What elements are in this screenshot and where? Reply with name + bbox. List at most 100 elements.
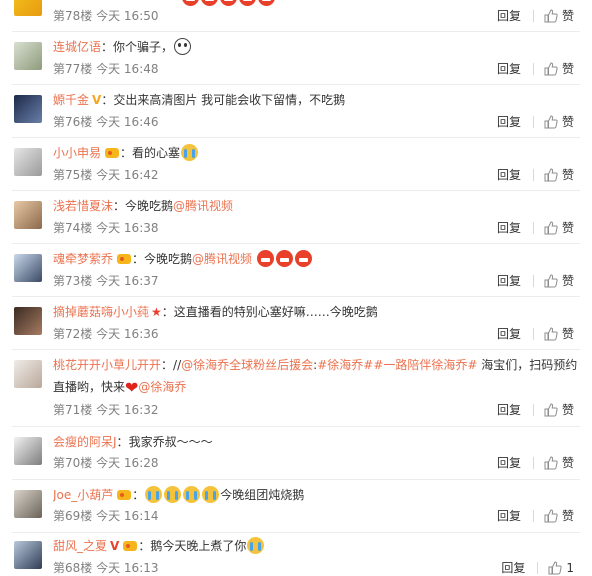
comment-content: 连城亿语：你个骗子， [53,38,580,56]
reply-button[interactable]: 回复 [497,114,521,130]
reply-button[interactable]: 回复 [497,455,521,471]
comment-actions: 回复 赞 [497,273,574,289]
like-button[interactable]: 赞 [544,8,574,24]
thumbs-up-icon [544,509,558,523]
fan-badge-icon [122,539,138,558]
comment-actions: 回复 赞 [497,220,574,236]
reply-button[interactable]: 回复 [497,167,521,183]
avatar[interactable] [14,95,42,123]
thumbs-up-icon [544,62,558,76]
reply-button[interactable]: 回复 [497,402,521,418]
comment-content: 桃花开开小草儿开开：//@徐海乔全球粉丝后援会:#徐海乔##一路陪伴徐海乔# 海… [53,358,578,372]
topic-link[interactable]: #一路陪伴徐海乔# [373,358,477,372]
like-button[interactable]: 赞 [544,114,574,130]
username-link[interactable]: 小小申易 [53,146,101,160]
like-button[interactable]: 赞 [544,326,574,342]
comment-item: 小小申易 ：看的心塞 第75楼 今天 16:42 回复 赞 [0,138,592,190]
like-label: 赞 [561,168,574,182]
verified-v-icon: V [110,539,120,553]
like-button[interactable]: 赞 [544,508,574,524]
username-link[interactable]: Joe_小葫芦 [53,488,113,502]
avatar[interactable] [14,490,42,518]
username-link[interactable]: 连城亿语 [53,40,101,54]
mention-link[interactable]: @腾讯视频 [192,252,252,266]
like-label: 赞 [561,221,574,235]
heart-icon: ❤ [125,378,139,397]
username-link[interactable]: 魂牵梦萦乔 [53,252,113,266]
reply-button[interactable]: 回复 [501,560,525,576]
like-button[interactable]: 赞 [544,167,574,183]
divider [532,404,534,416]
timestamp: 今天 16:37 [96,274,159,288]
username-link[interactable]: 甜风_之夏 [53,539,107,553]
floor-number: 第78楼 [53,9,93,23]
reply-button[interactable]: 回复 [497,326,521,342]
divider [532,275,534,287]
comment-item: 魂牵梦萦乔 ：今晚吃鹅@腾讯视频 第73楼 今天 16:37 回复 赞 [0,244,592,296]
like-button[interactable]: 赞 [544,455,574,471]
reply-button[interactable]: 回复 [497,508,521,524]
thumbs-up-icon [544,168,558,182]
reply-button[interactable]: 回复 [497,61,521,77]
avatar[interactable] [14,360,42,388]
reply-button[interactable]: 回复 [497,220,521,236]
reply-button[interactable]: 回复 [497,8,521,24]
reply-button[interactable]: 回复 [497,273,521,289]
like-button[interactable]: 赞 [544,273,574,289]
comment-item: 第78楼 今天 16:50 回复 赞 [0,0,592,28]
thumbs-up-icon [544,456,558,470]
mention-link[interactable]: @腾讯视频 [173,199,233,213]
like-button[interactable]: 赞 [544,220,574,236]
avatar[interactable] [14,437,42,465]
fan-badge-icon [104,146,120,165]
comment-meta: 第71楼 今天 16:32 [53,402,159,418]
thumbs-up-icon [544,115,558,129]
comment-actions: 回复 赞 [497,326,574,342]
panda-emoji-icon [174,38,192,55]
crying-emoji-icon [145,486,163,503]
crying-emoji-icon [183,486,201,503]
avatar[interactable] [14,307,42,335]
comment-meta: 第70楼 今天 16:28 [53,455,159,471]
comment-text: 海宝们，扫码预约 [477,358,578,372]
avatar[interactable] [14,148,42,176]
comment-meta: 第78楼 今天 16:50 [53,8,159,24]
comment-meta: 第72楼 今天 16:36 [53,326,159,342]
timestamp: 今天 16:42 [96,168,159,182]
username-link[interactable]: 摘掉蘑菇嗨小小莼 [53,305,149,319]
thumbs-up-icon [544,221,558,235]
comment-actions: 回复 赞 [497,8,574,24]
like-button[interactable]: 1 [548,560,574,576]
like-label: 赞 [561,509,574,523]
comment-text: 今晚吃鹅 [144,252,193,266]
timestamp: 今天 16:36 [96,327,159,341]
floor-number: 第69楼 [53,509,93,523]
comment-text: 今晚组团炖烧鹅 [220,488,305,502]
username-link[interactable]: 会瘦的阿呆J [53,435,117,449]
avatar[interactable] [14,42,42,70]
username-link[interactable]: 桃花开开小草儿开开 [53,358,161,372]
like-button[interactable]: 赞 [544,61,574,77]
avatar[interactable] [14,541,42,569]
comment-actions: 回复 1 [501,560,574,576]
like-button[interactable]: 赞 [544,402,574,418]
comment-item: 摘掉蘑菇嗨小小莼 ★：这直播看的特别心塞好嘛……今晚吃鹅 第72楼 今天 16:3… [0,297,592,349]
avatar[interactable] [14,0,42,16]
comment-content-line2: 直播哟，快来❤@徐海乔 [53,378,580,397]
topic-link[interactable]: #徐海乔# [317,358,373,372]
comment-actions: 回复 赞 [497,61,574,77]
mention-link[interactable]: @徐海乔全球粉丝后援会 [181,358,313,372]
verified-v-icon: V [92,93,102,107]
fan-badge-icon [116,252,132,271]
fan-badge-icon [116,488,132,507]
angry-emoji-icon [201,0,218,6]
username-link[interactable]: 浅若惜夏沫 [53,199,113,213]
timestamp: 今天 16:28 [96,456,159,470]
avatar[interactable] [14,201,42,229]
angry-emoji-icon [182,0,199,6]
comment-item: 嫄千金 V：交出来高清图片 我可能会收下留情，不吃鹅 第76楼 今天 16:46 … [0,85,592,137]
crying-emoji-icon [247,537,265,554]
avatar[interactable] [14,254,42,282]
mention-link[interactable]: @徐海乔 [138,380,186,394]
username-link[interactable]: 嫄千金 [53,93,89,107]
